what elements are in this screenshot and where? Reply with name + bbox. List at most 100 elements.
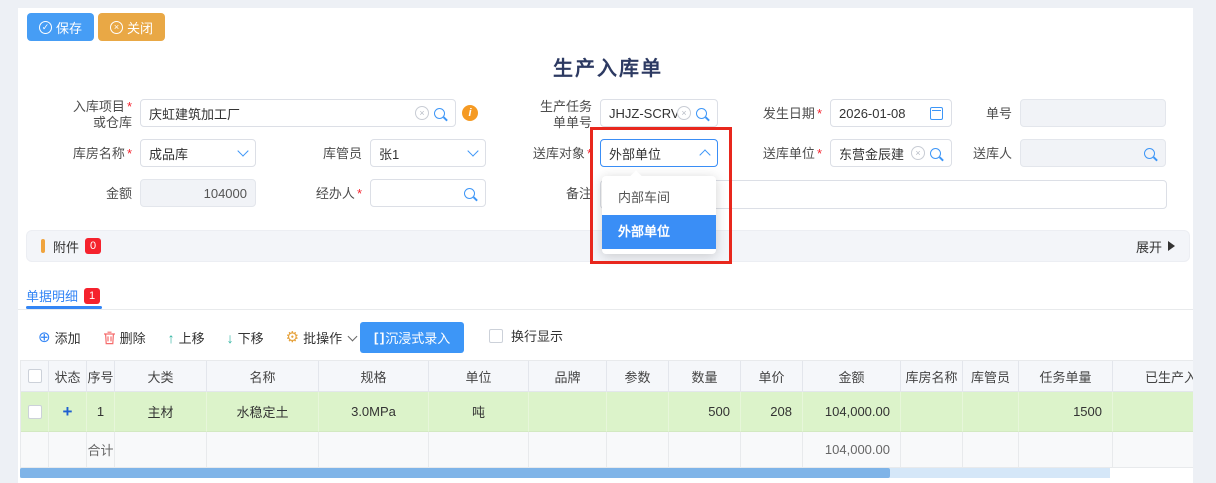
add-row-button[interactable]: ⊕ 添加	[38, 328, 81, 347]
col-header-unit[interactable]: 单位	[429, 361, 529, 392]
remark-label: 备注	[512, 186, 592, 202]
arrow-down-icon: ↓	[227, 330, 234, 346]
immersive-entry-button[interactable]: [ ] 沉浸式录入	[360, 322, 464, 353]
row-status-cell[interactable]: +	[49, 392, 87, 432]
col-header-produced[interactable]: 已生产入库	[1113, 361, 1193, 392]
required-marker: *	[587, 146, 592, 161]
delete-row-button[interactable]: 删除	[103, 328, 146, 347]
row-qty-cell[interactable]: 500	[669, 392, 741, 432]
clear-icon[interactable]: ×	[415, 106, 429, 120]
clear-icon[interactable]: ×	[911, 146, 925, 160]
row-brand-cell[interactable]	[529, 392, 607, 432]
chevron-down-icon	[467, 145, 478, 156]
page-title: 生产入库单	[0, 52, 1216, 81]
section-marker	[41, 239, 45, 253]
dropdown-option-external-unit[interactable]: 外部单位	[602, 215, 716, 249]
col-header-price[interactable]: 单价	[741, 361, 803, 392]
task-no-input[interactable]: JHJZ-SCRV ×	[600, 99, 718, 127]
col-header-brand[interactable]: 品牌	[529, 361, 607, 392]
plus-icon[interactable]: +	[63, 403, 73, 420]
attachment-count-badge: 0	[85, 238, 101, 254]
gear-icon: ⚙	[286, 330, 299, 345]
project-label: 入库项目* 或仓库	[72, 99, 132, 131]
tab-separator	[18, 309, 1193, 310]
batch-operation-button[interactable]: ⚙ 批操作	[286, 328, 356, 347]
col-header-task-qty[interactable]: 任务单量	[1019, 361, 1113, 392]
horizontal-scrollbar-track[interactable]	[20, 468, 1110, 478]
production-inbound-form-page: ✓ 保存 × 关闭 生产入库单 入库项目* 或仓库 庆虹建筑加工厂 × i 生产…	[0, 0, 1216, 483]
warehouse-name-select[interactable]: 成品库	[140, 139, 256, 167]
save-button[interactable]: ✓ 保存	[27, 13, 94, 41]
col-header-seq[interactable]: 序号	[87, 361, 115, 392]
checkbox[interactable]	[28, 405, 42, 419]
row-category-cell[interactable]: 主材	[115, 392, 207, 432]
checkbox[interactable]	[28, 369, 42, 383]
search-icon[interactable]	[696, 108, 707, 119]
search-icon[interactable]	[464, 188, 475, 199]
chevron-down-icon	[237, 145, 248, 156]
project-input[interactable]: 庆虹建筑加工厂 ×	[140, 99, 456, 127]
col-header-category[interactable]: 大类	[115, 361, 207, 392]
doc-no-input	[1020, 99, 1166, 127]
search-icon[interactable]	[1144, 148, 1155, 159]
keeper-select[interactable]: 张1	[370, 139, 486, 167]
required-marker: *	[127, 146, 132, 161]
delivery-person-input[interactable]	[1020, 139, 1166, 167]
row-price-cell[interactable]: 208	[741, 392, 803, 432]
agent-input[interactable]	[370, 179, 486, 207]
delivery-target-select[interactable]: 外部单位	[600, 139, 718, 167]
total-amount-cell: 104,000.00	[803, 432, 901, 468]
search-icon[interactable]	[434, 108, 445, 119]
row-unit-cell[interactable]: 吨	[429, 392, 529, 432]
delivery-target-value: 外部单位	[609, 144, 701, 163]
col-header-name[interactable]: 名称	[207, 361, 319, 392]
select-all-header[interactable]	[21, 361, 49, 392]
delivery-target-label: 送库对象*	[512, 146, 592, 162]
row-warehouse-cell[interactable]	[901, 392, 963, 432]
wrap-display-checkbox[interactable]: 换行显示	[489, 326, 563, 345]
close-button[interactable]: × 关闭	[98, 13, 165, 41]
move-down-button[interactable]: ↓ 下移	[227, 328, 264, 347]
keeper-label: 库管员	[282, 146, 362, 162]
row-spec-cell[interactable]: 3.0MPa	[319, 392, 429, 432]
checkbox[interactable]	[489, 329, 503, 343]
amount-value: 104000	[149, 186, 247, 201]
table-header-row: 状态 序号 大类 名称 规格 单位 品牌 参数 数量 单价 金额 库房名称 库管…	[21, 361, 1193, 392]
col-header-spec[interactable]: 规格	[319, 361, 429, 392]
tab-detail[interactable]: 单据明细 1	[26, 286, 100, 305]
row-name-cell[interactable]: 水稳定土	[207, 392, 319, 432]
expand-label: 展开	[1136, 237, 1162, 256]
delivery-person-label: 送库人	[932, 146, 1012, 162]
save-button-label: 保存	[56, 18, 82, 37]
row-amount-cell: 104,000.00	[803, 392, 901, 432]
row-keeper-cell[interactable]	[963, 392, 1019, 432]
expand-toggle[interactable]: 展开	[1136, 237, 1175, 256]
dropdown-option-internal-workshop[interactable]: 内部车间	[602, 181, 716, 215]
keeper-value: 张1	[379, 144, 469, 163]
col-header-status[interactable]: 状态	[49, 361, 87, 392]
horizontal-scrollbar-thumb[interactable]	[20, 468, 890, 478]
col-header-qty[interactable]: 数量	[669, 361, 741, 392]
doc-no-label: 单号	[932, 106, 1012, 122]
trash-icon	[103, 331, 116, 345]
row-seq-cell: 1	[87, 392, 115, 432]
col-header-amount[interactable]: 金额	[803, 361, 901, 392]
row-select-cell[interactable]	[21, 392, 49, 432]
date-label: 发生日期*	[742, 106, 822, 122]
col-header-warehouse[interactable]: 库房名称	[901, 361, 963, 392]
total-label-cell: 合计	[87, 432, 115, 468]
move-up-button[interactable]: ↑ 上移	[168, 328, 205, 347]
task-no-value: JHJZ-SCRV	[609, 106, 677, 121]
row-produced-cell	[1113, 392, 1193, 432]
col-header-keeper[interactable]: 库管员	[963, 361, 1019, 392]
attachment-label: 附件	[53, 237, 79, 256]
task-no-label: 生产任务 单单号	[530, 99, 592, 131]
col-header-param[interactable]: 参数	[607, 361, 669, 392]
info-icon[interactable]: i	[462, 105, 478, 121]
row-param-cell[interactable]	[607, 392, 669, 432]
table-row[interactable]: + 1 主材 水稳定土 3.0MPa 吨 500 208 104,000.00 …	[21, 392, 1193, 432]
amount-input: 104000	[140, 179, 256, 207]
clear-icon[interactable]: ×	[677, 106, 691, 120]
tab-detail-count-badge: 1	[84, 288, 100, 304]
triangle-right-icon	[1168, 241, 1175, 251]
